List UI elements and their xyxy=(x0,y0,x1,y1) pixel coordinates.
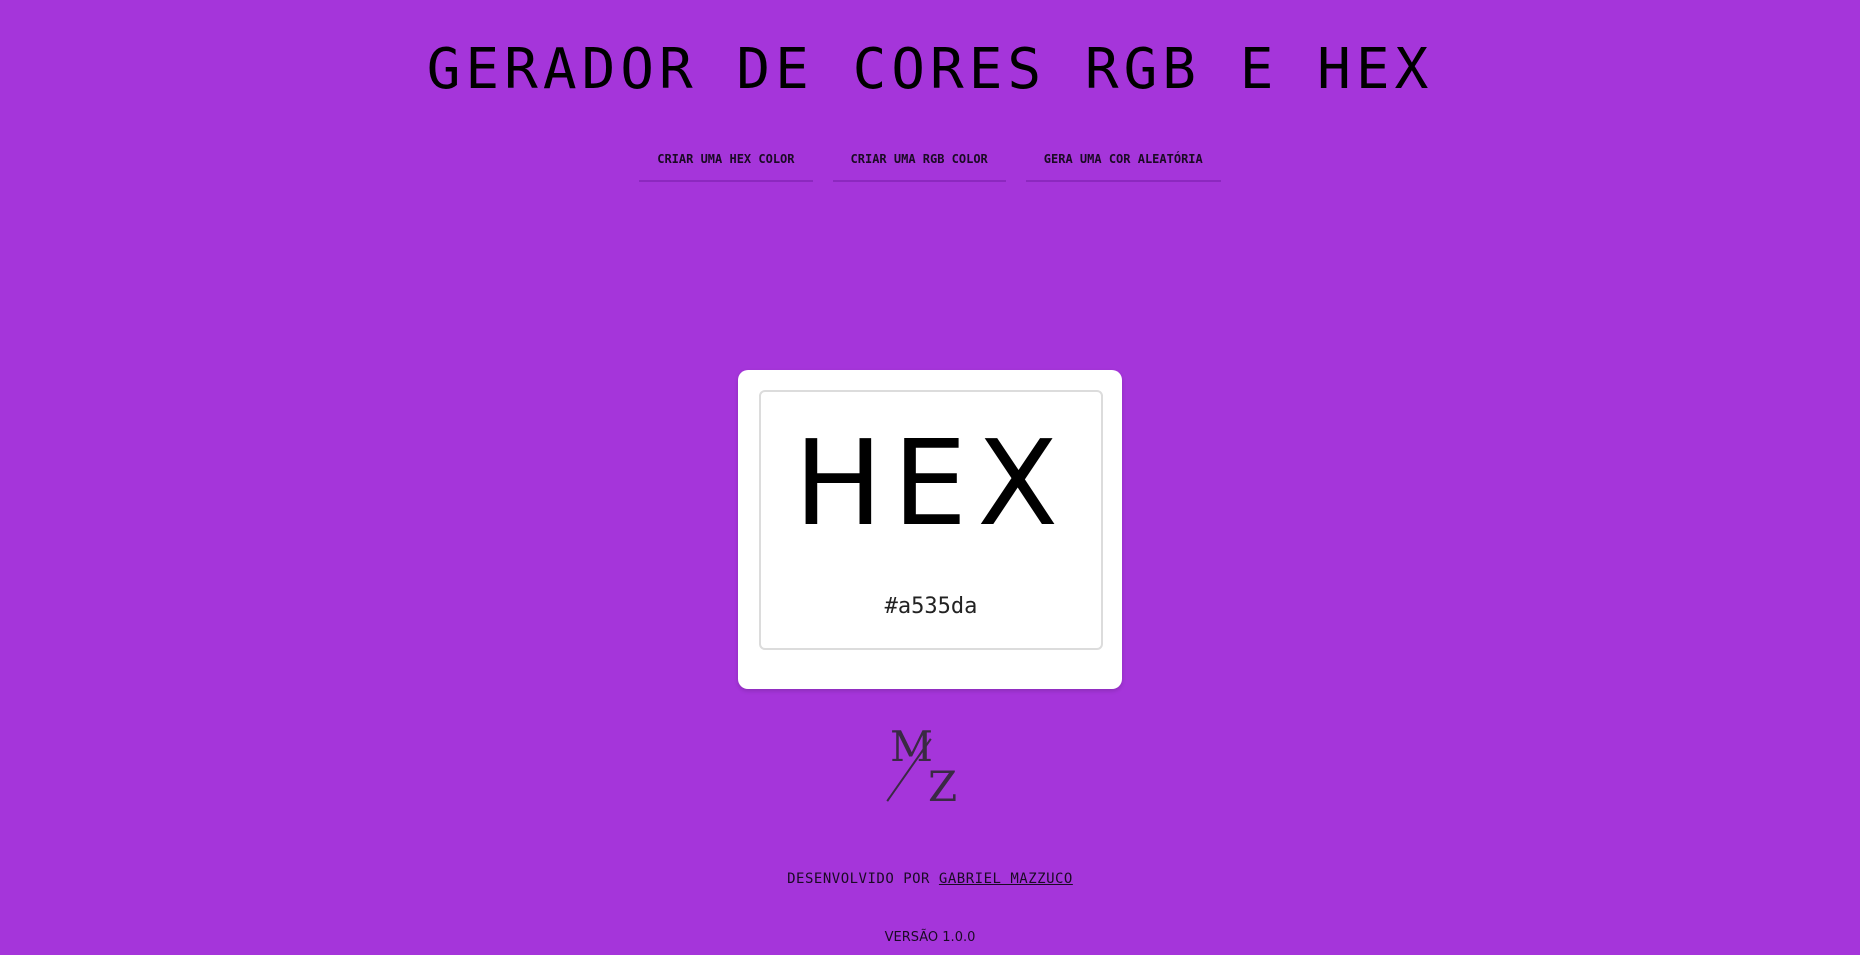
color-card: HEX #a535da xyxy=(738,370,1122,689)
random-color-button[interactable]: GERA UMA COR ALEATÓRIA xyxy=(1025,146,1221,182)
version-label: VERSÃO 1.0.0 xyxy=(884,930,976,945)
color-card-inner: HEX #a535da xyxy=(759,390,1103,650)
author-link[interactable]: GABRIEL MAZZUCO xyxy=(939,871,1073,887)
logo-letter-m: M xyxy=(890,722,934,771)
color-format-label: HEX xyxy=(793,414,1069,552)
logo-letter-z: Z xyxy=(928,762,958,811)
mz-monogram-logo: M Z xyxy=(884,722,964,812)
page-title: GERADOR DE CORES RGB E HEX xyxy=(426,37,1434,102)
footer-credit: DESENVOLVIDO POR GABRIEL MAZZUCO xyxy=(0,871,1860,887)
color-value: #a535da xyxy=(884,594,978,619)
credit-prefix: DESENVOLVIDO POR xyxy=(787,871,930,887)
create-rgb-button[interactable]: CRIAR UMA RGB COLOR xyxy=(832,146,1006,182)
nav-bar: CRIAR UMA HEX COLOR CRIAR UMA RGB COLOR … xyxy=(0,146,1860,182)
create-hex-button[interactable]: CRIAR UMA HEX COLOR xyxy=(639,146,813,182)
